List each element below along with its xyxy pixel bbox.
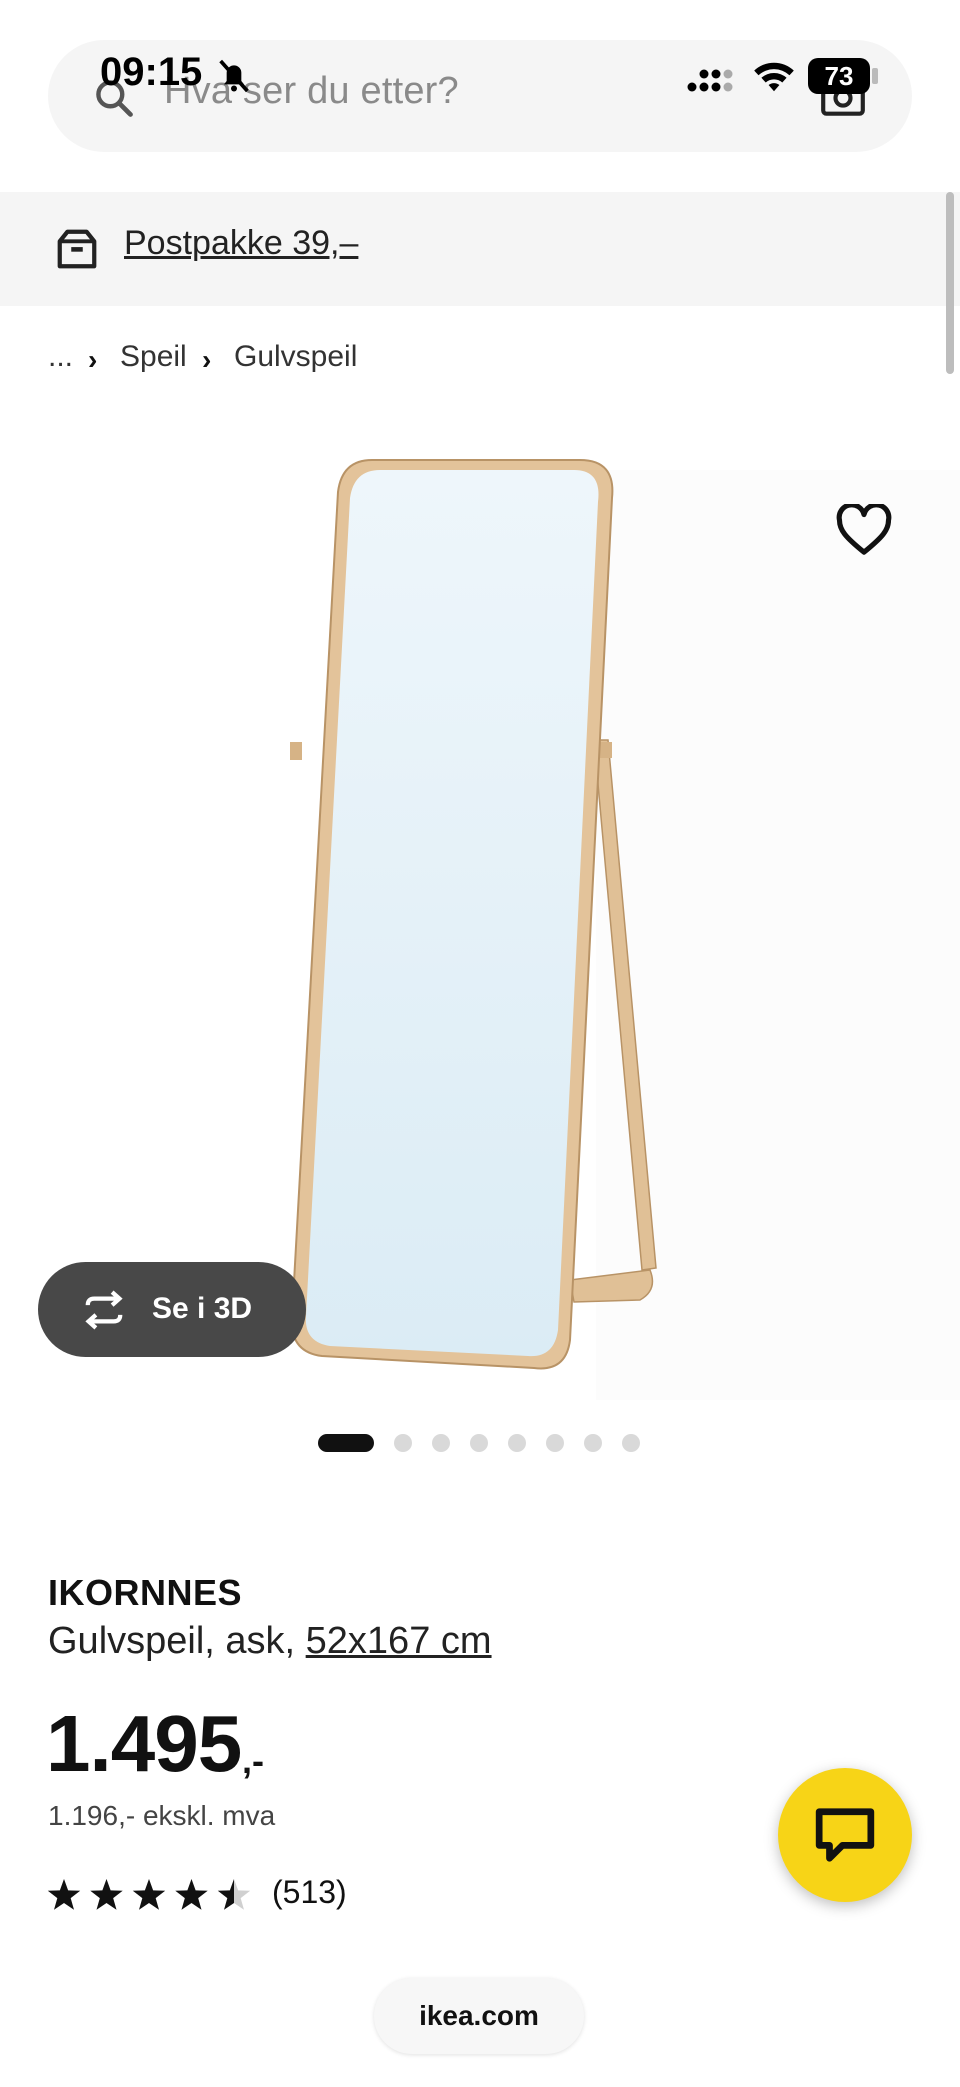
chat-icon — [815, 1808, 875, 1862]
product-dimension-link[interactable]: 52x167 cm — [306, 1620, 492, 1662]
rotate-3d-icon — [85, 1290, 123, 1330]
product-description-text: Gulvspeil, ask, — [48, 1620, 306, 1662]
breadcrumb-item-gulvspeil[interactable]: Gulvspeil — [234, 340, 357, 374]
product-price-suffix: ,- — [242, 1740, 264, 1781]
product-name: IKORNNES — [48, 1572, 243, 1613]
carousel-dot[interactable] — [508, 1434, 526, 1452]
search-placeholder[interactable]: Hva ser du etter? — [164, 70, 459, 113]
star-icon — [175, 1879, 208, 1910]
heart-icon[interactable] — [836, 504, 892, 556]
star-icon — [47, 1879, 81, 1910]
rating-count[interactable]: (513) — [272, 1874, 347, 1911]
product-price: 1.495 — [46, 1699, 242, 1788]
breadcrumb-item-ellipsis[interactable]: ... — [48, 340, 73, 374]
carousel-dot-active[interactable] — [318, 1434, 374, 1452]
breadcrumb-item-speil[interactable]: Speil — [120, 340, 187, 374]
chevron-right-icon: › — [202, 344, 212, 375]
carousel-dot[interactable] — [622, 1434, 640, 1452]
box-icon — [57, 229, 97, 269]
star-icon — [217, 1879, 251, 1910]
carousel-dot[interactable] — [546, 1434, 564, 1452]
wifi-icon — [754, 62, 794, 92]
star-icon — [90, 1879, 123, 1910]
product-description: Gulvspeil, ask, 52x167 cm — [48, 1620, 492, 1663]
browser-url-pill[interactable]: ikea.com — [374, 1978, 584, 2054]
rating-stars[interactable] — [46, 1876, 252, 1914]
chat-button[interactable] — [778, 1768, 912, 1902]
chevron-right-icon: › — [88, 344, 98, 375]
battery-cap — [872, 68, 878, 84]
carousel-dot[interactable] — [432, 1434, 450, 1452]
carousel-dot[interactable] — [470, 1434, 488, 1452]
carousel-dot[interactable] — [584, 1434, 602, 1452]
view-in-3d-button[interactable]: Se i 3D — [38, 1262, 306, 1357]
scrollbar[interactable] — [946, 192, 954, 374]
signal-icon — [687, 69, 733, 92]
product-image[interactable] — [290, 450, 670, 1380]
view-in-3d-label: Se i 3D — [152, 1292, 253, 1325]
status-time: 09:15 — [100, 50, 203, 94]
price-excl-vat: 1.196,- ekskl. mva — [48, 1800, 276, 1831]
battery-indicator: 73 — [808, 58, 870, 94]
star-icon — [132, 1879, 166, 1910]
delivery-banner-link[interactable]: Postpakke 39,– — [124, 224, 358, 263]
carousel-dot[interactable] — [394, 1434, 412, 1452]
bell-slash-icon — [219, 59, 249, 93]
